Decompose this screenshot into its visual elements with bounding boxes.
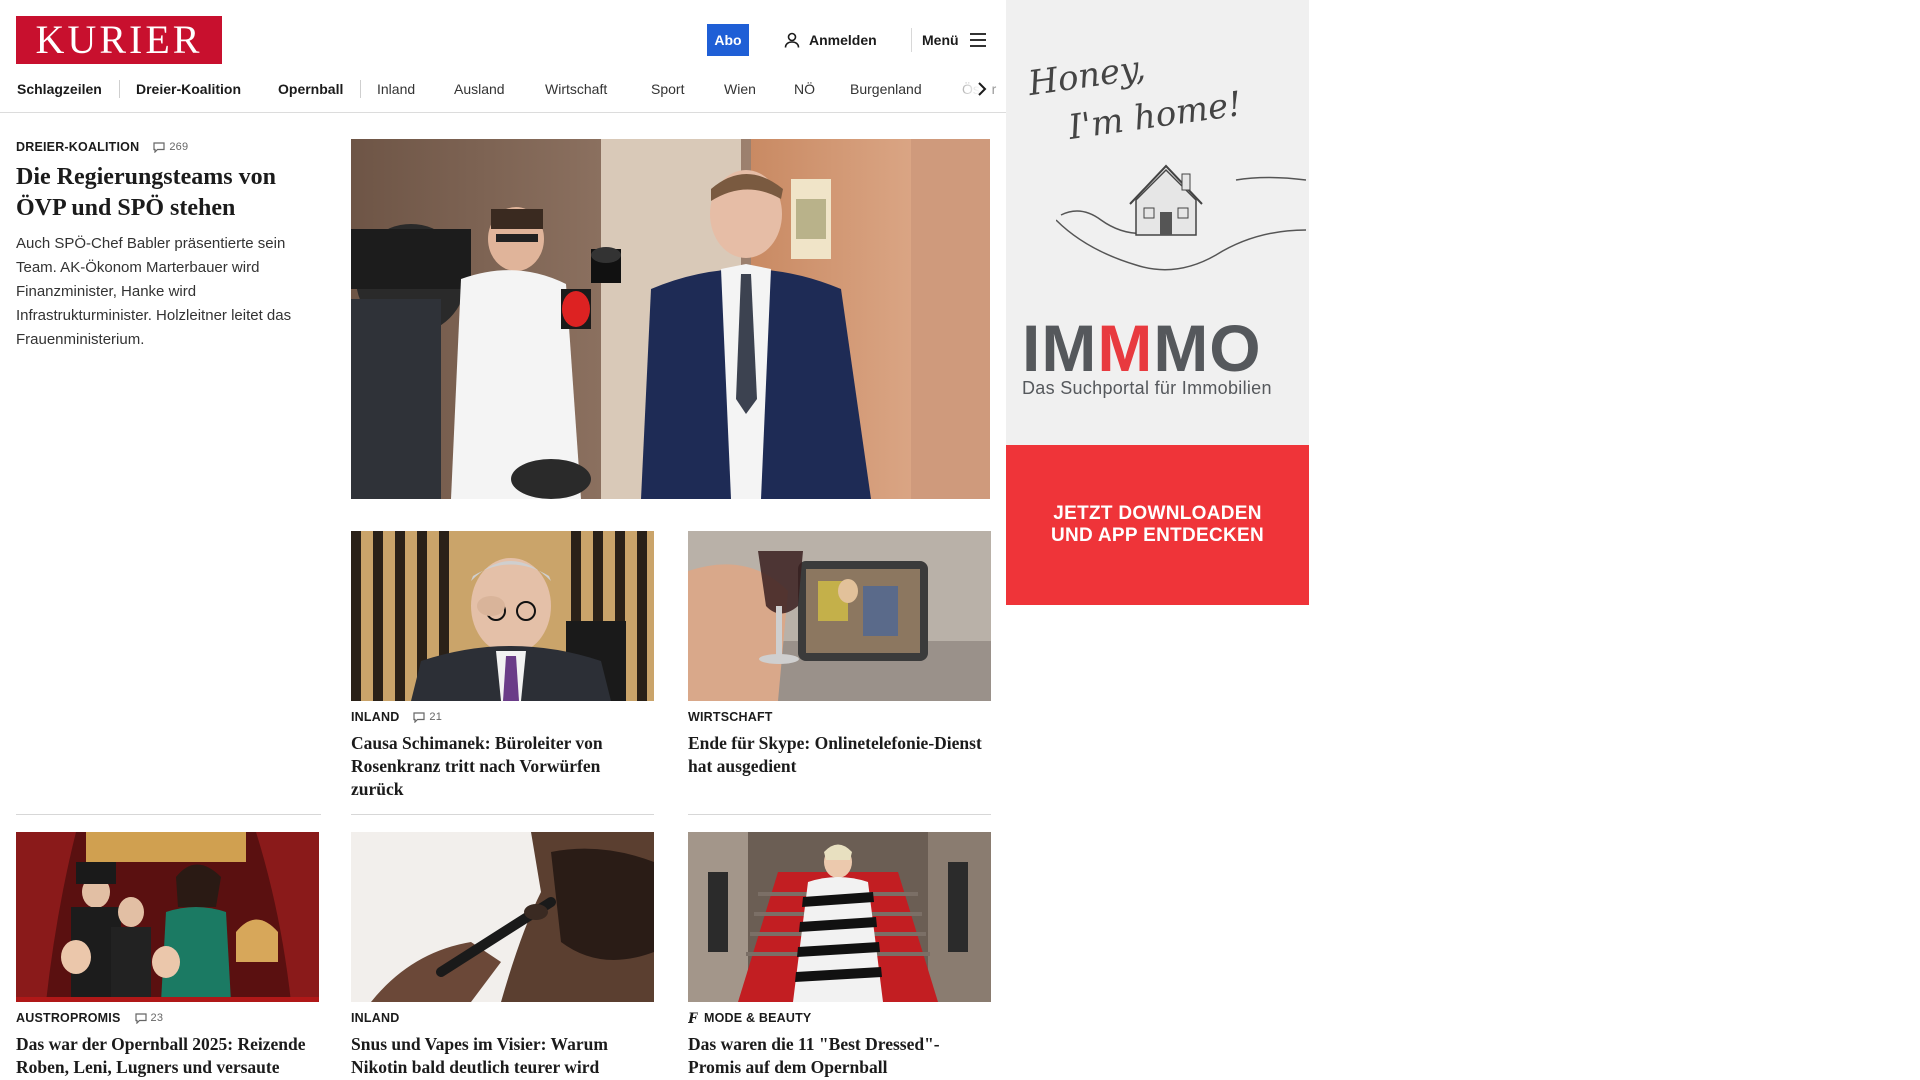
ad-cta-line-2: UND APP ENTDECKEN xyxy=(1050,525,1265,546)
teaser-1-comment-count[interactable]: 21 xyxy=(413,711,442,723)
lead-comments: 269 xyxy=(169,141,189,153)
teaser-2-photo xyxy=(688,531,991,701)
teaser-5-category: MODE & BEAUTY xyxy=(704,1011,812,1025)
teaser-5-category-wrap[interactable]: f MODE & BEAUTY xyxy=(688,1011,811,1025)
lead-kicker: DREIER-KOALITION 269 xyxy=(16,140,321,154)
ad-cta-panel[interactable]: JETZT DOWNLOADEN UND APP ENTDECKEN xyxy=(1006,445,1309,605)
teaser-1[interactable]: INLAND 21 Causa Schimanek: Büroleiter vo… xyxy=(351,710,654,800)
teaser-4-kicker: INLAND xyxy=(351,1011,654,1025)
teaser-2-kicker: WIRTSCHAFT xyxy=(688,710,991,724)
teaser-3-headline[interactable]: Das war der Opernball 2025: Reizende Rob… xyxy=(16,1033,319,1080)
menu-button[interactable]: Menü xyxy=(922,24,987,56)
ad-script-line-1: Honey, xyxy=(1025,48,1148,104)
kurier-logo[interactable]: KURIER xyxy=(16,16,222,64)
chevron-right-icon xyxy=(978,82,987,96)
nav-item-wirtschaft[interactable]: Wirtschaft xyxy=(545,78,607,100)
lead-photo xyxy=(351,139,990,499)
teaser-2-headline[interactable]: Ende für Skype: Onlinetelefonie-Dienst h… xyxy=(688,732,991,778)
menu-label: Menü xyxy=(922,32,959,48)
nav-divider xyxy=(360,80,361,98)
teaser-3-photo xyxy=(16,832,319,1002)
teaser-5-photo xyxy=(688,832,991,1002)
teaser-1-comments: 21 xyxy=(429,711,443,723)
lead-summary: Auch SPÖ-Chef Babler präsentierte sein T… xyxy=(16,235,292,349)
teaser-3-comment-count[interactable]: 23 xyxy=(134,1012,164,1024)
ad-visual: Honey, I'm home! IMMMO Das Suchportal fü… xyxy=(1006,0,1309,445)
user-icon xyxy=(784,32,800,48)
teaser-4-photo xyxy=(351,832,654,1002)
svg-text:f: f xyxy=(688,1011,698,1025)
teaser-3-image[interactable] xyxy=(16,832,319,1002)
teaser-4-headline[interactable]: Snus und Vapes im Visier: Warum Nikotin … xyxy=(351,1033,654,1079)
nav-item-noe[interactable]: NÖ xyxy=(794,78,815,100)
ad-tagline: Das Suchportal für Immobilien xyxy=(1022,378,1272,398)
teaser-4-category[interactable]: INLAND xyxy=(351,1011,399,1025)
section-nav: Schlagzeilen Dreier-Koalition Opernball … xyxy=(0,78,1006,100)
house-in-hand-icon xyxy=(1056,164,1306,271)
teaser-2-category[interactable]: WIRTSCHAFT xyxy=(688,710,773,724)
nav-divider xyxy=(119,80,120,98)
teaser-4-image[interactable] xyxy=(351,832,654,1002)
teaser-1-image[interactable] xyxy=(351,531,654,701)
teaser-1-category[interactable]: INLAND xyxy=(351,710,399,724)
fashion-f-icon: f xyxy=(688,1011,698,1025)
lead-image[interactable] xyxy=(351,139,990,499)
login-button[interactable]: Anmelden xyxy=(783,24,877,56)
lead-category[interactable]: DREIER-KOALITION xyxy=(16,140,139,154)
divider xyxy=(351,814,654,815)
teaser-5[interactable]: f MODE & BEAUTY Das waren die 11 "Best D… xyxy=(688,1011,991,1079)
comment-icon xyxy=(413,711,426,723)
abo-button[interactable]: Abo xyxy=(707,24,749,56)
site-header: KURIER Abo Anmelden Menü Schlagzeilen Dr… xyxy=(0,0,1006,113)
nav-item-wien[interactable]: Wien xyxy=(724,78,756,100)
lead-comment-count[interactable]: 269 xyxy=(153,141,188,153)
teaser-5-kicker: f MODE & BEAUTY xyxy=(688,1011,991,1025)
header-divider xyxy=(911,28,912,52)
teaser-3[interactable]: AUSTROPROMIS 23 Das war der Opernball 20… xyxy=(16,1011,319,1080)
logo-text: KURIER xyxy=(35,17,203,62)
nav-item-dreier-koalition[interactable]: Dreier-Koalition xyxy=(136,78,241,100)
lead-headline[interactable]: Die Regierungsteams von ÖVP und SPÖ steh… xyxy=(16,162,321,224)
nav-item-burgenland[interactable]: Burgenland xyxy=(850,78,922,100)
nav-item-schlagzeilen[interactable]: Schlagzeilen xyxy=(17,78,102,100)
nav-item-sport[interactable]: Sport xyxy=(651,78,684,100)
nav-item-ausland[interactable]: Ausland xyxy=(454,78,505,100)
nav-scroll-right-button[interactable] xyxy=(972,78,992,100)
nav-item-opernball[interactable]: Opernball xyxy=(278,78,343,100)
nav-item-inland[interactable]: Inland xyxy=(377,78,415,100)
ad-brand-logo: IMMMO xyxy=(1022,315,1262,381)
teaser-1-headline[interactable]: Causa Schimanek: Büroleiter von Rosenkra… xyxy=(351,732,654,800)
ad-brand-part-3: MO xyxy=(1153,311,1262,385)
teaser-1-kicker: INLAND 21 xyxy=(351,710,654,724)
immmo-ad[interactable]: Honey, I'm home! IMMMO Das Suchportal fü… xyxy=(1006,0,1309,605)
ad-brand-part-2: M xyxy=(1097,311,1154,385)
ad-cta-line-1: JETZT DOWNLOADEN xyxy=(1053,503,1262,524)
divider xyxy=(16,814,321,815)
comment-icon xyxy=(134,1012,147,1024)
teaser-3-kicker: AUSTROPROMIS 23 xyxy=(16,1011,319,1025)
comment-icon xyxy=(153,141,165,153)
login-label: Anmelden xyxy=(809,32,877,48)
hamburger-icon xyxy=(969,33,986,47)
teaser-2-image[interactable] xyxy=(688,531,991,701)
teaser-3-comments: 23 xyxy=(150,1012,164,1024)
divider xyxy=(688,814,991,815)
teaser-3-category[interactable]: AUSTROPROMIS xyxy=(16,1011,121,1025)
lead-article[interactable]: DREIER-KOALITION 269 Die Regierungsteams… xyxy=(16,140,321,352)
teaser-5-image[interactable] xyxy=(688,832,991,1002)
teaser-5-headline[interactable]: Das waren die 11 "Best Dressed"-Promis a… xyxy=(688,1033,991,1079)
teaser-1-photo xyxy=(351,531,654,701)
teaser-4[interactable]: INLAND Snus und Vapes im Visier: Warum N… xyxy=(351,1011,654,1079)
ad-brand-part-1: IM xyxy=(1022,311,1098,385)
teaser-2[interactable]: WIRTSCHAFT Ende für Skype: Onlinetelefon… xyxy=(688,710,991,778)
